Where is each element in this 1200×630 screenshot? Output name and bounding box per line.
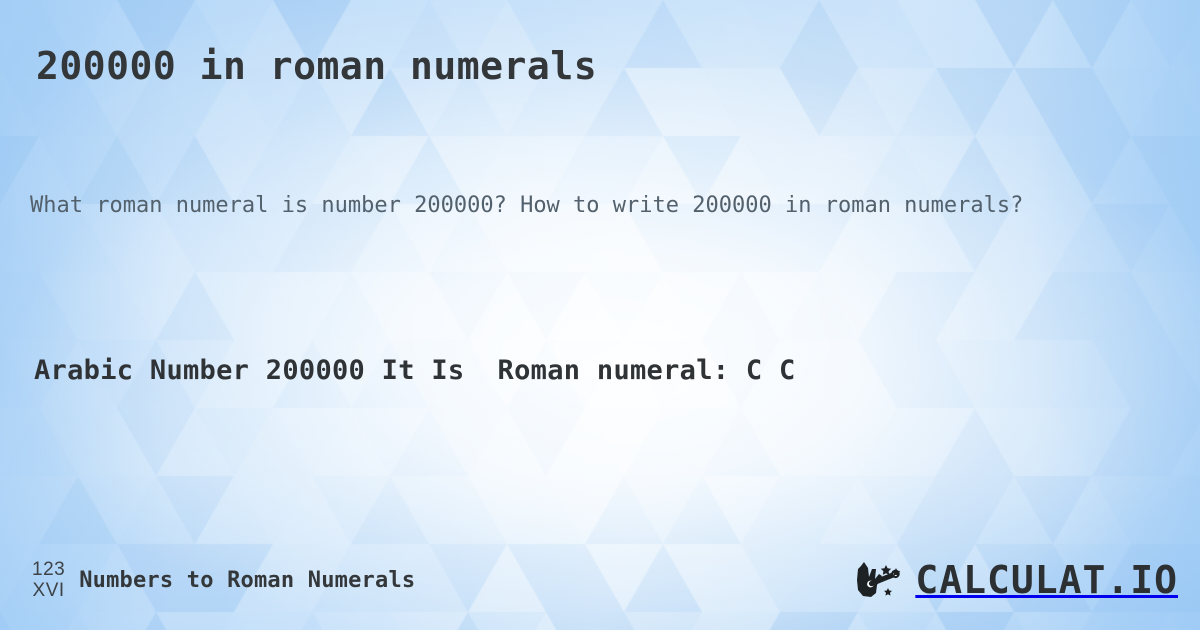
page-container: 200000 in roman numerals What roman nume… xyxy=(0,0,1200,630)
brand-logo-link[interactable]: CALCULAT.IO xyxy=(855,560,1178,600)
numbers-to-roman-logo-icon: 123 XVI xyxy=(32,559,65,601)
logo-mark-arabic: 123 xyxy=(32,559,66,580)
hand-magic-wand-icon xyxy=(857,562,901,597)
page-intro-text: What roman numeral is number 200000? How… xyxy=(30,193,1024,218)
page-title: 200000 in roman numerals xyxy=(36,44,598,88)
conversion-result: Arabic Number 200000 It Is Roman numeral… xyxy=(34,355,796,386)
logo-mark-roman: XVI xyxy=(32,580,65,601)
brand-wordmark-text: CALCULAT.IO xyxy=(915,558,1178,602)
footer: 123 XVI Numbers to Roman Numerals CALCUL… xyxy=(0,552,1200,608)
brand-wordmark: CALCULAT.IO xyxy=(915,561,1178,599)
footer-site-title: Numbers to Roman Numerals xyxy=(79,567,416,593)
footer-left-group: 123 XVI Numbers to Roman Numerals xyxy=(32,559,415,601)
